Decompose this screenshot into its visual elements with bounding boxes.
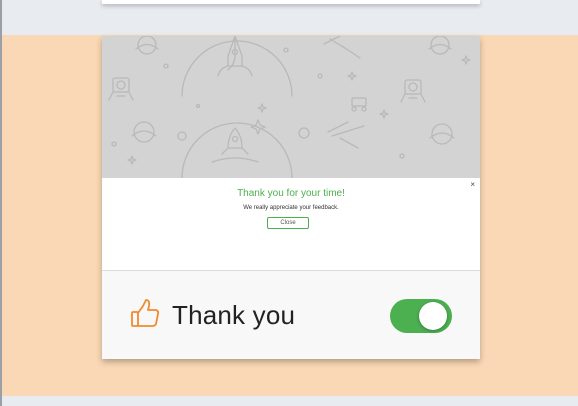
top-background [2, 0, 578, 35]
thank-you-message: × Thank you for your time! We really app… [102, 178, 480, 270]
toggle-knob [419, 302, 447, 330]
thumbs-up-icon [131, 299, 160, 327]
previous-card [102, 0, 480, 4]
close-button[interactable]: Close [267, 217, 309, 229]
message-title: Thank you for your time! [237, 188, 345, 199]
feedback-toggle[interactable] [390, 299, 452, 333]
message-body: We really appreciate your feedback. [243, 205, 339, 211]
space-pattern-banner [102, 36, 480, 178]
thank-you-label: Thank you [172, 300, 296, 330]
space-pattern-illustration [108, 36, 471, 178]
feedback-footer: Thank you [102, 271, 480, 359]
feedback-card: × Thank you for your time! We really app… [102, 36, 480, 359]
bottom-background [2, 396, 578, 406]
